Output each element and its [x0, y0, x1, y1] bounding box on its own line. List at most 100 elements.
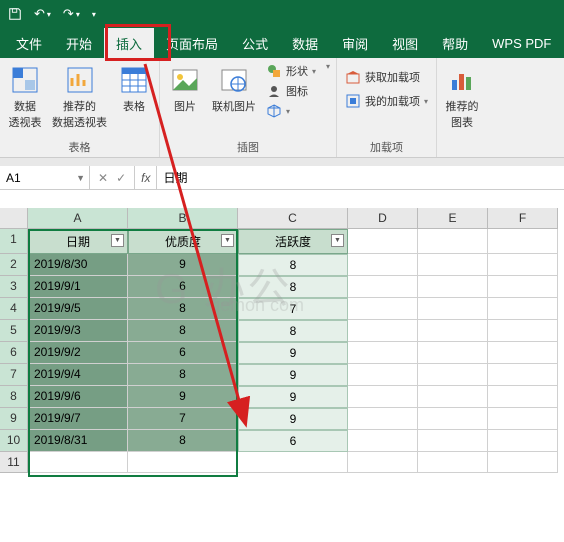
formula-input[interactable]: 日期	[157, 166, 564, 189]
cell[interactable]: 8	[238, 320, 348, 342]
cell[interactable]	[418, 452, 488, 473]
cell[interactable]: 2019/9/2	[28, 342, 128, 364]
table-header-cell[interactable]: 活跃度▼	[238, 229, 348, 254]
picture-button[interactable]: 图片	[166, 62, 204, 116]
cell[interactable]: 2019/9/1	[28, 276, 128, 298]
cell[interactable]: 9	[238, 364, 348, 386]
cell[interactable]	[418, 229, 488, 254]
column-header[interactable]: C	[238, 208, 348, 229]
3d-models-button[interactable]: ▾	[264, 102, 318, 120]
tab-data[interactable]: 数据	[280, 28, 330, 58]
cell[interactable]	[128, 452, 238, 473]
cell[interactable]: 2019/9/7	[28, 408, 128, 430]
column-header[interactable]: A	[28, 208, 128, 229]
select-all-corner[interactable]	[0, 208, 28, 229]
cell[interactable]: 2019/9/4	[28, 364, 128, 386]
cell[interactable]: 8	[128, 430, 238, 452]
spreadsheet-grid[interactable]: A B C D E F 1 日期▼ 优质度▼ 活跃度▼ 2 2019/8/30 …	[0, 208, 564, 473]
cell[interactable]: 7	[238, 298, 348, 320]
row-header[interactable]: 7	[0, 364, 28, 386]
cell[interactable]: 2019/9/3	[28, 320, 128, 342]
redo-button[interactable]: ↷▾	[63, 6, 80, 22]
cell[interactable]: 6	[238, 430, 348, 452]
tab-wps-pdf[interactable]: WPS PDF	[480, 28, 563, 58]
cell[interactable]	[418, 320, 488, 342]
tab-insert[interactable]: 插入	[104, 28, 154, 58]
tab-review[interactable]: 审阅	[330, 28, 380, 58]
row-header[interactable]: 11	[0, 452, 28, 473]
cell[interactable]: 9	[238, 408, 348, 430]
recommended-pivot-button[interactable]: 推荐的 数据透视表	[50, 62, 109, 132]
cell[interactable]	[418, 254, 488, 276]
filter-button[interactable]: ▼	[221, 234, 234, 247]
cell[interactable]: 8	[238, 276, 348, 298]
undo-button[interactable]: ↶▾	[34, 6, 51, 22]
cell[interactable]	[348, 276, 418, 298]
cell[interactable]	[418, 276, 488, 298]
filter-button[interactable]: ▼	[111, 234, 124, 247]
cell[interactable]	[488, 430, 558, 452]
table-header-cell[interactable]: 优质度▼	[128, 229, 238, 254]
cell[interactable]: 7	[128, 408, 238, 430]
cell[interactable]	[488, 276, 558, 298]
cell[interactable]	[348, 452, 418, 473]
cell[interactable]	[418, 430, 488, 452]
row-header[interactable]: 1	[0, 229, 28, 254]
column-header[interactable]: D	[348, 208, 418, 229]
cell[interactable]	[418, 386, 488, 408]
cell[interactable]: 6	[128, 342, 238, 364]
get-addins-button[interactable]: 获取加载项	[343, 68, 430, 86]
row-header[interactable]: 9	[0, 408, 28, 430]
my-addins-button[interactable]: 我的加载项 ▾	[343, 92, 430, 110]
cell[interactable]	[488, 408, 558, 430]
cell[interactable]	[348, 229, 418, 254]
tab-file[interactable]: 文件	[4, 28, 54, 58]
column-header[interactable]: F	[488, 208, 558, 229]
cell[interactable]	[28, 452, 128, 473]
qat-customize[interactable]: ▾	[92, 10, 96, 19]
cell[interactable]: 9	[128, 254, 238, 276]
cell[interactable]	[348, 386, 418, 408]
tab-help[interactable]: 帮助	[430, 28, 480, 58]
row-header[interactable]: 3	[0, 276, 28, 298]
cell[interactable]	[348, 408, 418, 430]
cell[interactable]	[238, 452, 348, 473]
cell[interactable]	[348, 254, 418, 276]
cell[interactable]	[488, 342, 558, 364]
cell[interactable]	[348, 320, 418, 342]
chevron-down-icon[interactable]: ▼	[76, 173, 85, 183]
cell[interactable]	[418, 342, 488, 364]
column-header[interactable]: B	[128, 208, 238, 229]
cell[interactable]: 6	[128, 276, 238, 298]
table-button[interactable]: 表格	[115, 62, 153, 116]
save-button[interactable]	[8, 7, 22, 21]
tab-view[interactable]: 视图	[380, 28, 430, 58]
shapes-button[interactable]: 形状 ▾	[264, 62, 318, 80]
pivot-table-button[interactable]: 数据 透视表	[6, 62, 44, 132]
cell[interactable]: 2019/8/31	[28, 430, 128, 452]
filter-button[interactable]: ▼	[331, 234, 344, 247]
cell[interactable]	[418, 408, 488, 430]
cell[interactable]	[488, 254, 558, 276]
row-header[interactable]: 10	[0, 430, 28, 452]
online-picture-button[interactable]: 联机图片	[210, 62, 258, 116]
cell[interactable]	[418, 298, 488, 320]
cell[interactable]: 8	[128, 298, 238, 320]
cell[interactable]	[348, 342, 418, 364]
cell[interactable]	[488, 364, 558, 386]
cell[interactable]: 2019/9/5	[28, 298, 128, 320]
tab-home[interactable]: 开始	[54, 28, 104, 58]
icons-button[interactable]: 图标	[264, 82, 318, 100]
cell[interactable]	[488, 386, 558, 408]
recommended-charts-button[interactable]: 推荐的 图表	[443, 62, 481, 132]
cell[interactable]: 2019/9/6	[28, 386, 128, 408]
fx-label[interactable]: fx	[135, 166, 157, 189]
column-header[interactable]: E	[418, 208, 488, 229]
row-header[interactable]: 6	[0, 342, 28, 364]
cell[interactable]: 2019/8/30	[28, 254, 128, 276]
enter-button[interactable]: ✓	[116, 171, 126, 185]
cell[interactable]	[488, 229, 558, 254]
row-header[interactable]: 5	[0, 320, 28, 342]
cell[interactable]	[418, 364, 488, 386]
cancel-button[interactable]: ✕	[98, 171, 108, 185]
